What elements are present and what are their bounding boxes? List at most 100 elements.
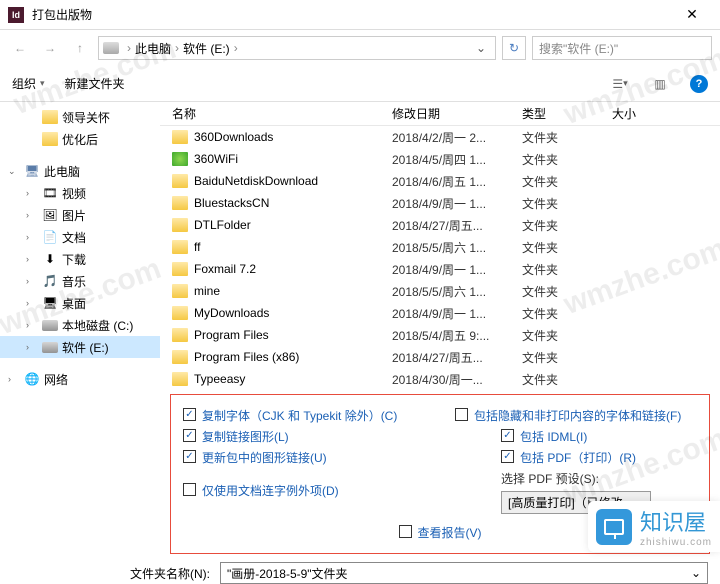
file-date: 2018/4/6/周五 1... [392, 173, 522, 190]
opt-only-doc-fonts[interactable]: 仅使用文档连字例外项(D) [183, 482, 425, 499]
file-name: DTLFolder [194, 218, 392, 232]
file-type: 文件夹 [522, 129, 612, 146]
file-row[interactable]: BaiduNetdiskDownload2018/4/6/周五 1...文件夹 [160, 170, 720, 192]
opt-update-links[interactable]: 更新包中的图形链接(U) [183, 449, 425, 466]
tree-dl[interactable]: ›⬇下载 [0, 248, 160, 270]
file-row[interactable]: mine2018/5/5/周六 1...文件夹 [160, 280, 720, 302]
sidebar: 领导关怀 优化后 ⌄🖥此电脑 ›🎞视频 ›🖼图片 ›📄文档 ›⬇下载 ›🎵音乐 … [0, 102, 160, 392]
checkbox-icon [183, 408, 196, 421]
col-size[interactable]: 大小 [612, 105, 672, 122]
tree-opt[interactable]: 优化后 [0, 128, 160, 150]
opt-copy-fonts[interactable]: 复制字体（CJK 和 Typekit 除外）(C) [183, 407, 425, 424]
file-type: 文件夹 [522, 305, 612, 322]
folder-icon [172, 196, 188, 210]
col-type[interactable]: 类型 [522, 105, 612, 122]
file-type: 文件夹 [522, 173, 612, 190]
file-name: BaiduNetdiskDownload [194, 174, 392, 188]
tree-doc[interactable]: ›📄文档 [0, 226, 160, 248]
file-date: 2018/4/9/周一 1... [392, 195, 522, 212]
pdf-preset-label: 选择 PDF 预设(S): [455, 470, 697, 487]
list-header: 名称 修改日期 类型 大小 [160, 102, 720, 126]
col-name[interactable]: 名称 [172, 105, 392, 122]
file-name: Program Files [194, 328, 392, 342]
file-row[interactable]: DTLFolder2018/4/27/周五...文件夹 [160, 214, 720, 236]
breadcrumb-dropdown[interactable]: ⌄ [471, 41, 491, 55]
file-row[interactable]: Program Files2018/5/4/周五 9:...文件夹 [160, 324, 720, 346]
nav-forward[interactable]: → [38, 36, 62, 60]
file-name: mine [194, 284, 392, 298]
file-type: 文件夹 [522, 151, 612, 168]
file-name: ff [194, 240, 392, 254]
file-type: 文件夹 [522, 349, 612, 366]
tree-video[interactable]: ›🎞视频 [0, 182, 160, 204]
file-row[interactable]: 360WiFi2018/4/5/周四 1...文件夹 [160, 148, 720, 170]
tree-localC[interactable]: ›本地磁盘 (C:) [0, 314, 160, 336]
file-date: 2018/4/27/周五... [392, 217, 522, 234]
tree-driveE[interactable]: ›软件 (E:) [0, 336, 160, 358]
file-name: BluestacksCN [194, 196, 392, 210]
file-name: Foxmail 7.2 [194, 262, 392, 276]
tree-music[interactable]: ›🎵音乐 [0, 270, 160, 292]
file-row[interactable]: BluestacksCN2018/4/9/周一 1...文件夹 [160, 192, 720, 214]
opt-include-pdf[interactable]: 包括 PDF（打印）(R) [455, 449, 697, 466]
file-row[interactable]: MyDownloads2018/4/9/周一 1...文件夹 [160, 302, 720, 324]
folder-icon [172, 174, 188, 188]
refresh-button[interactable]: ↻ [502, 36, 526, 60]
folder-icon [172, 306, 188, 320]
nav-back[interactable]: ← [8, 36, 32, 60]
folder-icon [172, 152, 188, 166]
file-row[interactable]: Program Files (x86)2018/4/27/周五...文件夹 [160, 346, 720, 368]
nav-up[interactable]: ↑ [68, 36, 92, 60]
file-row[interactable]: Typeeasy2018/4/30/周一...文件夹 [160, 368, 720, 390]
folder-icon [172, 218, 188, 232]
filename-input[interactable]: "画册-2018-5-9"文件夹⌄ [220, 562, 708, 584]
file-name: Typeeasy [194, 372, 392, 386]
file-date: 2018/5/5/周六 1... [392, 239, 522, 256]
checkbox-icon [501, 429, 514, 442]
bc-root[interactable]: 此电脑 [135, 40, 171, 57]
checkbox-icon [183, 450, 196, 463]
tree-care[interactable]: 领导关怀 [0, 106, 160, 128]
opt-copy-links[interactable]: 复制链接图形(L) [183, 428, 425, 445]
file-type: 文件夹 [522, 217, 612, 234]
view-icon[interactable]: ☰▾ [610, 74, 630, 94]
opt-view-report[interactable]: 查看报告(V) [399, 524, 482, 541]
tree-pic[interactable]: ›🖼图片 [0, 204, 160, 226]
tree-pc[interactable]: ⌄🖥此电脑 [0, 160, 160, 182]
file-date: 2018/4/27/周五... [392, 349, 522, 366]
file-row[interactable]: ff2018/5/5/周六 1...文件夹 [160, 236, 720, 258]
help-icon[interactable]: ? [690, 75, 708, 93]
checkbox-icon [455, 408, 468, 421]
file-list: 名称 修改日期 类型 大小 360Downloads2018/4/2/周一 2.… [160, 102, 720, 392]
breadcrumb[interactable]: › 此电脑 › 软件 (E:) › ⌄ [98, 36, 496, 60]
folder-icon [172, 262, 188, 276]
file-name: 360Downloads [194, 130, 392, 144]
bc-drive[interactable]: 软件 (E:) [183, 40, 230, 57]
close-button[interactable]: ✕ [672, 1, 712, 29]
opt-include-idml[interactable]: 包括 IDML(I) [455, 428, 697, 445]
preview-icon[interactable]: ▥ [650, 74, 670, 94]
file-name: Program Files (x86) [194, 350, 392, 364]
checkbox-icon [183, 429, 196, 442]
folder-icon [172, 372, 188, 386]
file-type: 文件夹 [522, 371, 612, 388]
organize-button[interactable]: 组织▾ [12, 75, 45, 92]
file-row[interactable]: Foxmail 7.22018/4/9/周一 1...文件夹 [160, 258, 720, 280]
newfolder-button[interactable]: 新建文件夹 [65, 75, 125, 92]
file-row[interactable]: 360Downloads2018/4/2/周一 2...文件夹 [160, 126, 720, 148]
tree-net[interactable]: ›🌐网络 [0, 368, 160, 390]
file-date: 2018/5/4/周五 9:... [392, 327, 522, 344]
tree-desktop[interactable]: ›🖥桌面 [0, 292, 160, 314]
search-input[interactable]: 搜索"软件 (E:)" [532, 36, 712, 60]
checkbox-icon [501, 450, 514, 463]
col-date[interactable]: 修改日期 [392, 105, 522, 122]
file-date: 2018/4/9/周一 1... [392, 261, 522, 278]
file-date: 2018/4/2/周一 2... [392, 129, 522, 146]
opt-include-hidden[interactable]: 包括隐藏和非打印内容的字体和链接(F) [455, 407, 697, 424]
checkbox-icon [183, 483, 196, 496]
drive-icon [103, 42, 119, 54]
folder-icon [172, 350, 188, 364]
file-type: 文件夹 [522, 283, 612, 300]
file-name: 360WiFi [194, 152, 392, 166]
file-type: 文件夹 [522, 239, 612, 256]
